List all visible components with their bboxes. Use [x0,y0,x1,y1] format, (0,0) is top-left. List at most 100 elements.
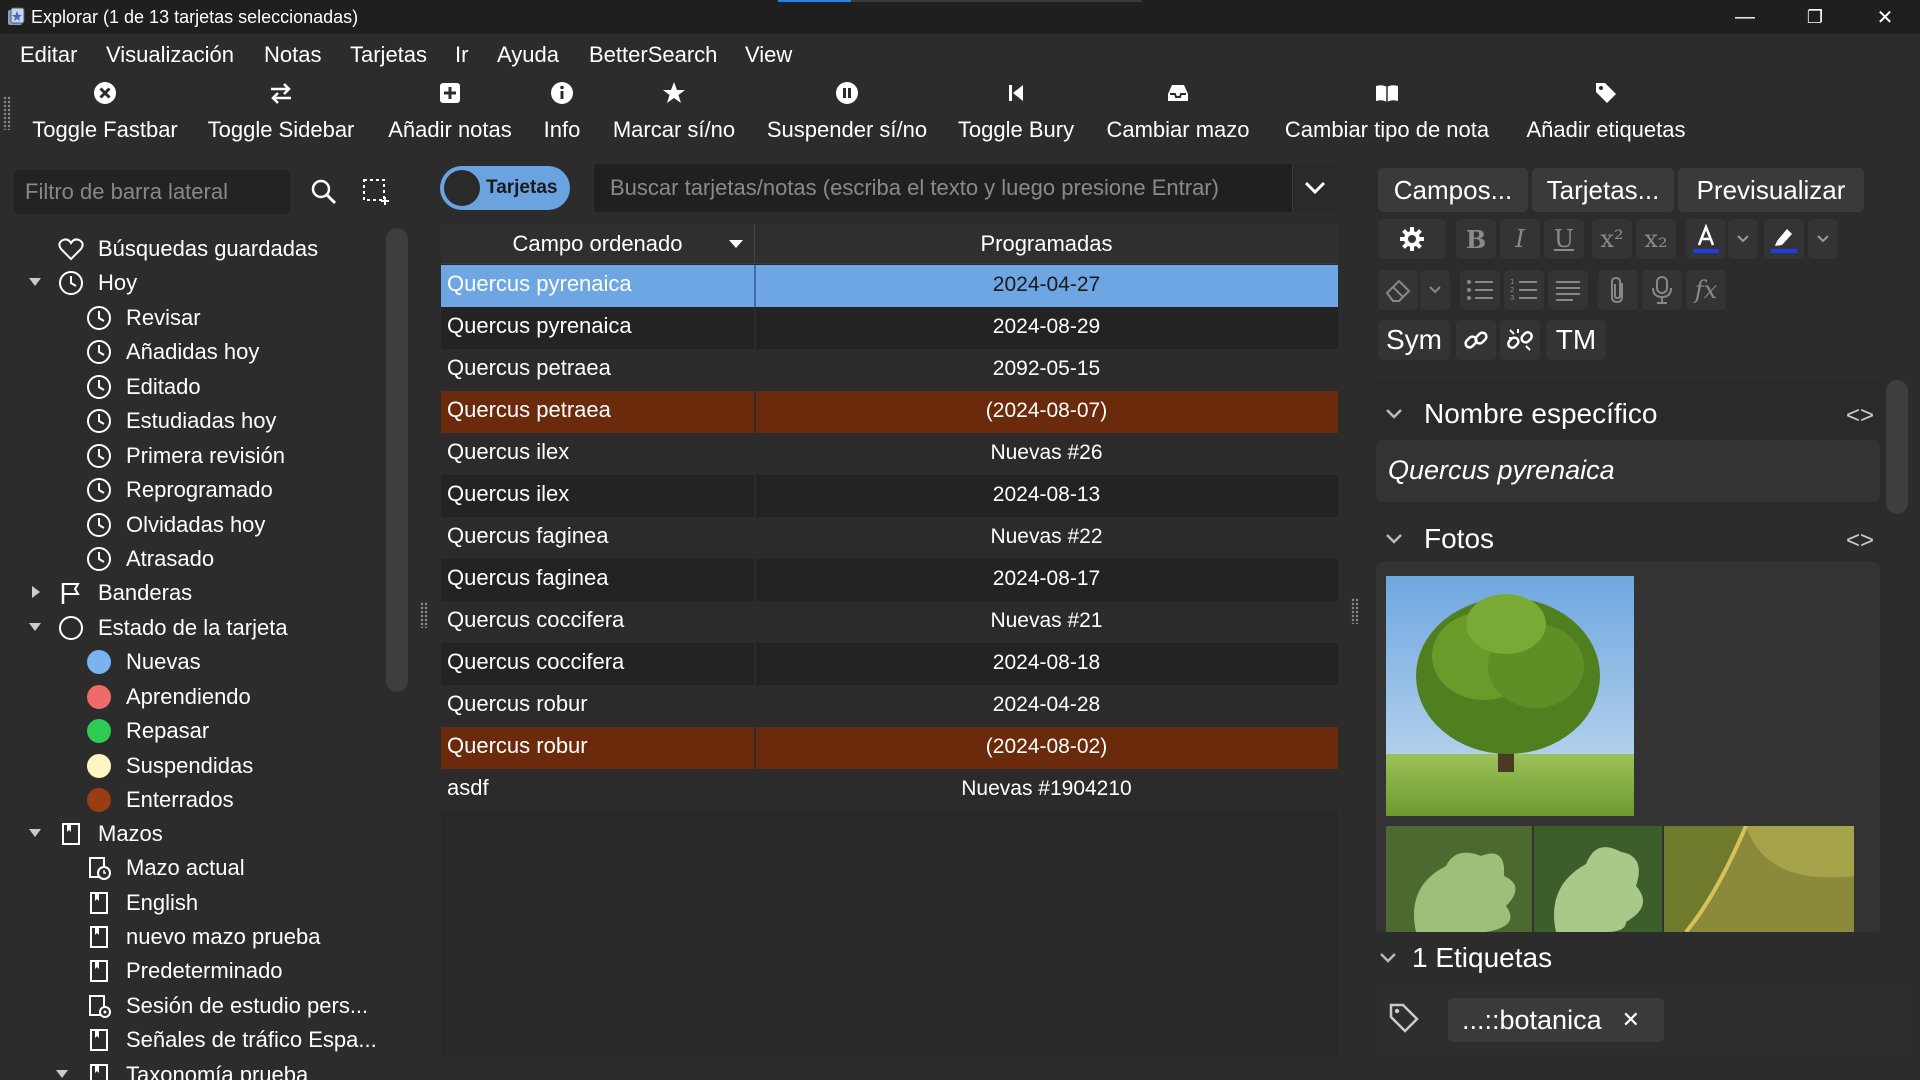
sidebar-item-state-new[interactable]: Nuevas [86,645,201,679]
table-row[interactable]: Quercus petraea 2092-05-15 [441,349,1338,391]
remove-link-button[interactable] [1500,320,1540,360]
sidebar-item-deck-nuevo[interactable]: nuevo mazo prueba [86,920,320,954]
table-row[interactable]: Quercus coccifera Nuevas #21 [441,601,1338,643]
text-color-dropdown[interactable] [1728,219,1758,259]
table-row[interactable]: Quercus pyrenaica 2024-08-29 [441,307,1338,349]
preview-button[interactable]: Previsualizar [1678,168,1864,212]
insert-link-button[interactable] [1456,320,1496,360]
html-editor-toggle-icon[interactable]: <> [1846,527,1874,555]
table-row[interactable]: Quercus faginea Nuevas #22 [441,517,1338,559]
editor-splitter-handle[interactable] [1351,598,1359,624]
attach-button[interactable] [1598,270,1638,310]
text-color-button[interactable] [1686,219,1726,259]
column-header-sort-field[interactable]: Campo ordenado [441,224,755,264]
sidebar-item-today[interactable]: Hoy [58,266,137,300]
mathjax-button[interactable]: 𝑓x [1686,270,1726,310]
change-notetype-button[interactable]: Cambiar tipo de nota [1278,76,1496,152]
subscript-button[interactable]: x₂ [1636,219,1676,259]
remove-tag-icon[interactable]: ✕ [1622,1007,1640,1033]
sidebar-item-saved-searches[interactable]: Búsquedas guardadas [58,232,318,266]
ordered-list-button[interactable]: 123 [1504,270,1544,310]
suspend-toggle-button[interactable]: Suspender sí/no [764,76,930,152]
search-input[interactable] [594,164,1336,212]
table-row[interactable]: Quercus robur (2024-08-02) [441,727,1338,769]
table-row[interactable]: asdf Nuevas #1904210 [441,769,1338,811]
unordered-list-button[interactable] [1460,270,1500,310]
symbols-button[interactable]: Sym [1378,320,1450,360]
chevron-down-icon[interactable] [27,619,43,635]
table-row[interactable]: Quercus faginea 2024-08-17 [441,559,1338,601]
bold-button[interactable]: B [1456,219,1496,259]
menu-editar[interactable]: Editar [20,42,77,68]
toggle-fastbar-button[interactable]: Toggle Fastbar [28,76,182,152]
sidebar-item-deck-traffic[interactable]: Señales de tráfico Espa... [86,1023,377,1057]
menu-ayuda[interactable]: Ayuda [497,42,559,68]
chevron-down-icon[interactable] [27,825,43,841]
table-row[interactable]: Quercus petraea (2024-08-07) [441,391,1338,433]
info-button[interactable]: Info [538,76,586,152]
sidebar-filter-field[interactable] [14,170,290,214]
editor-scrollbar[interactable] [1886,380,1908,514]
superscript-button[interactable]: x² [1592,219,1632,259]
oak-leaves-photos[interactable] [1386,826,1856,932]
change-deck-button[interactable]: Cambiar mazo [1102,76,1254,152]
sidebar-select-button[interactable] [356,172,396,212]
close-window-button[interactable]: ✕ [1850,0,1920,34]
sidebar-item-state-suspended[interactable]: Suspendidas [86,749,253,783]
table-row[interactable]: Quercus ilex Nuevas #26 [441,433,1338,475]
sidebar-item-today-1[interactable]: Añadidas hoy [86,335,259,369]
minimize-button[interactable]: — [1710,0,1780,34]
sidebar-search-button[interactable] [304,172,344,212]
sidebar-item-deck-session[interactable]: Sesión de estudio pers... [86,989,368,1023]
menu-bettersearch[interactable]: BetterSearch [589,42,717,68]
sidebar-item-state-buried[interactable]: Enterrados [86,783,234,817]
search-field[interactable] [594,164,1336,212]
table-row[interactable]: Quercus coccifera 2024-08-18 [441,643,1338,685]
toggle-bury-button[interactable]: Toggle Bury [954,76,1078,152]
tags-header[interactable]: 1 Etiquetas [1378,938,1552,978]
menu-visualizacion[interactable]: Visualización [106,42,234,68]
sidebar-item-card-state[interactable]: Estado de la tarjeta [58,611,288,645]
align-button[interactable] [1548,270,1588,310]
column-header-due[interactable]: Programadas [755,224,1338,264]
field-editor-nombre[interactable]: Quercus pyrenaica [1376,440,1880,502]
chevron-right-icon[interactable] [28,584,44,600]
clear-format-button[interactable] [1378,270,1418,310]
sidebar-item-today-3[interactable]: Estudiadas hoy [86,404,276,438]
menu-notas[interactable]: Notas [264,42,321,68]
cards-button[interactable]: Tarjetas... [1532,168,1674,212]
highlight-color-button[interactable] [1764,219,1804,259]
sidebar-item-flags[interactable]: Banderas [58,576,192,610]
field-editor-fotos[interactable] [1376,562,1880,932]
sidebar-splitter-handle[interactable] [420,602,428,628]
sidebar-item-today-6[interactable]: Olvidadas hoy [86,508,265,542]
sidebar-item-today-7[interactable]: Atrasado [86,542,214,576]
field-header-nombre[interactable]: Nombre específico [1384,394,1657,434]
mark-toggle-button[interactable]: Marcar sí/no [604,76,744,152]
sidebar-item-today-4[interactable]: Primera revisión [86,439,285,473]
sidebar-item-today-2[interactable]: Editado [86,370,201,404]
search-history-dropdown[interactable] [1292,164,1336,212]
add-notes-button[interactable]: Añadir notas [382,76,518,152]
sidebar-item-state-learning[interactable]: Aprendiendo [86,680,251,714]
tag-chip[interactable]: ...::botanica ✕ [1448,998,1664,1042]
sidebar-item-deck-english[interactable]: English [86,886,198,920]
sidebar-item-today-5[interactable]: Reprogramado [86,473,273,507]
record-audio-button[interactable] [1642,270,1682,310]
sidebar-scrollbar[interactable] [386,228,408,692]
add-tags-button[interactable]: Añadir etiquetas [1520,76,1692,152]
field-header-fotos[interactable]: Fotos [1384,519,1494,559]
menu-view[interactable]: View [745,42,792,68]
clear-format-dropdown[interactable] [1420,270,1450,310]
sidebar-item-today-0[interactable]: Revisar [86,301,201,335]
toggle-sidebar-button[interactable]: Toggle Sidebar [204,76,358,152]
fields-button[interactable]: Campos... [1378,168,1528,212]
sidebar-item-state-review[interactable]: Repasar [86,714,209,748]
table-row[interactable]: Quercus pyrenaica 2024-04-27 [441,265,1338,307]
table-row[interactable]: Quercus ilex 2024-08-13 [441,475,1338,517]
options-button[interactable] [1378,219,1446,259]
menu-tarjetas[interactable]: Tarjetas [350,42,427,68]
oak-tree-photo[interactable] [1386,576,1634,816]
italic-button[interactable]: I [1500,219,1540,259]
underline-button[interactable]: U [1544,219,1584,259]
